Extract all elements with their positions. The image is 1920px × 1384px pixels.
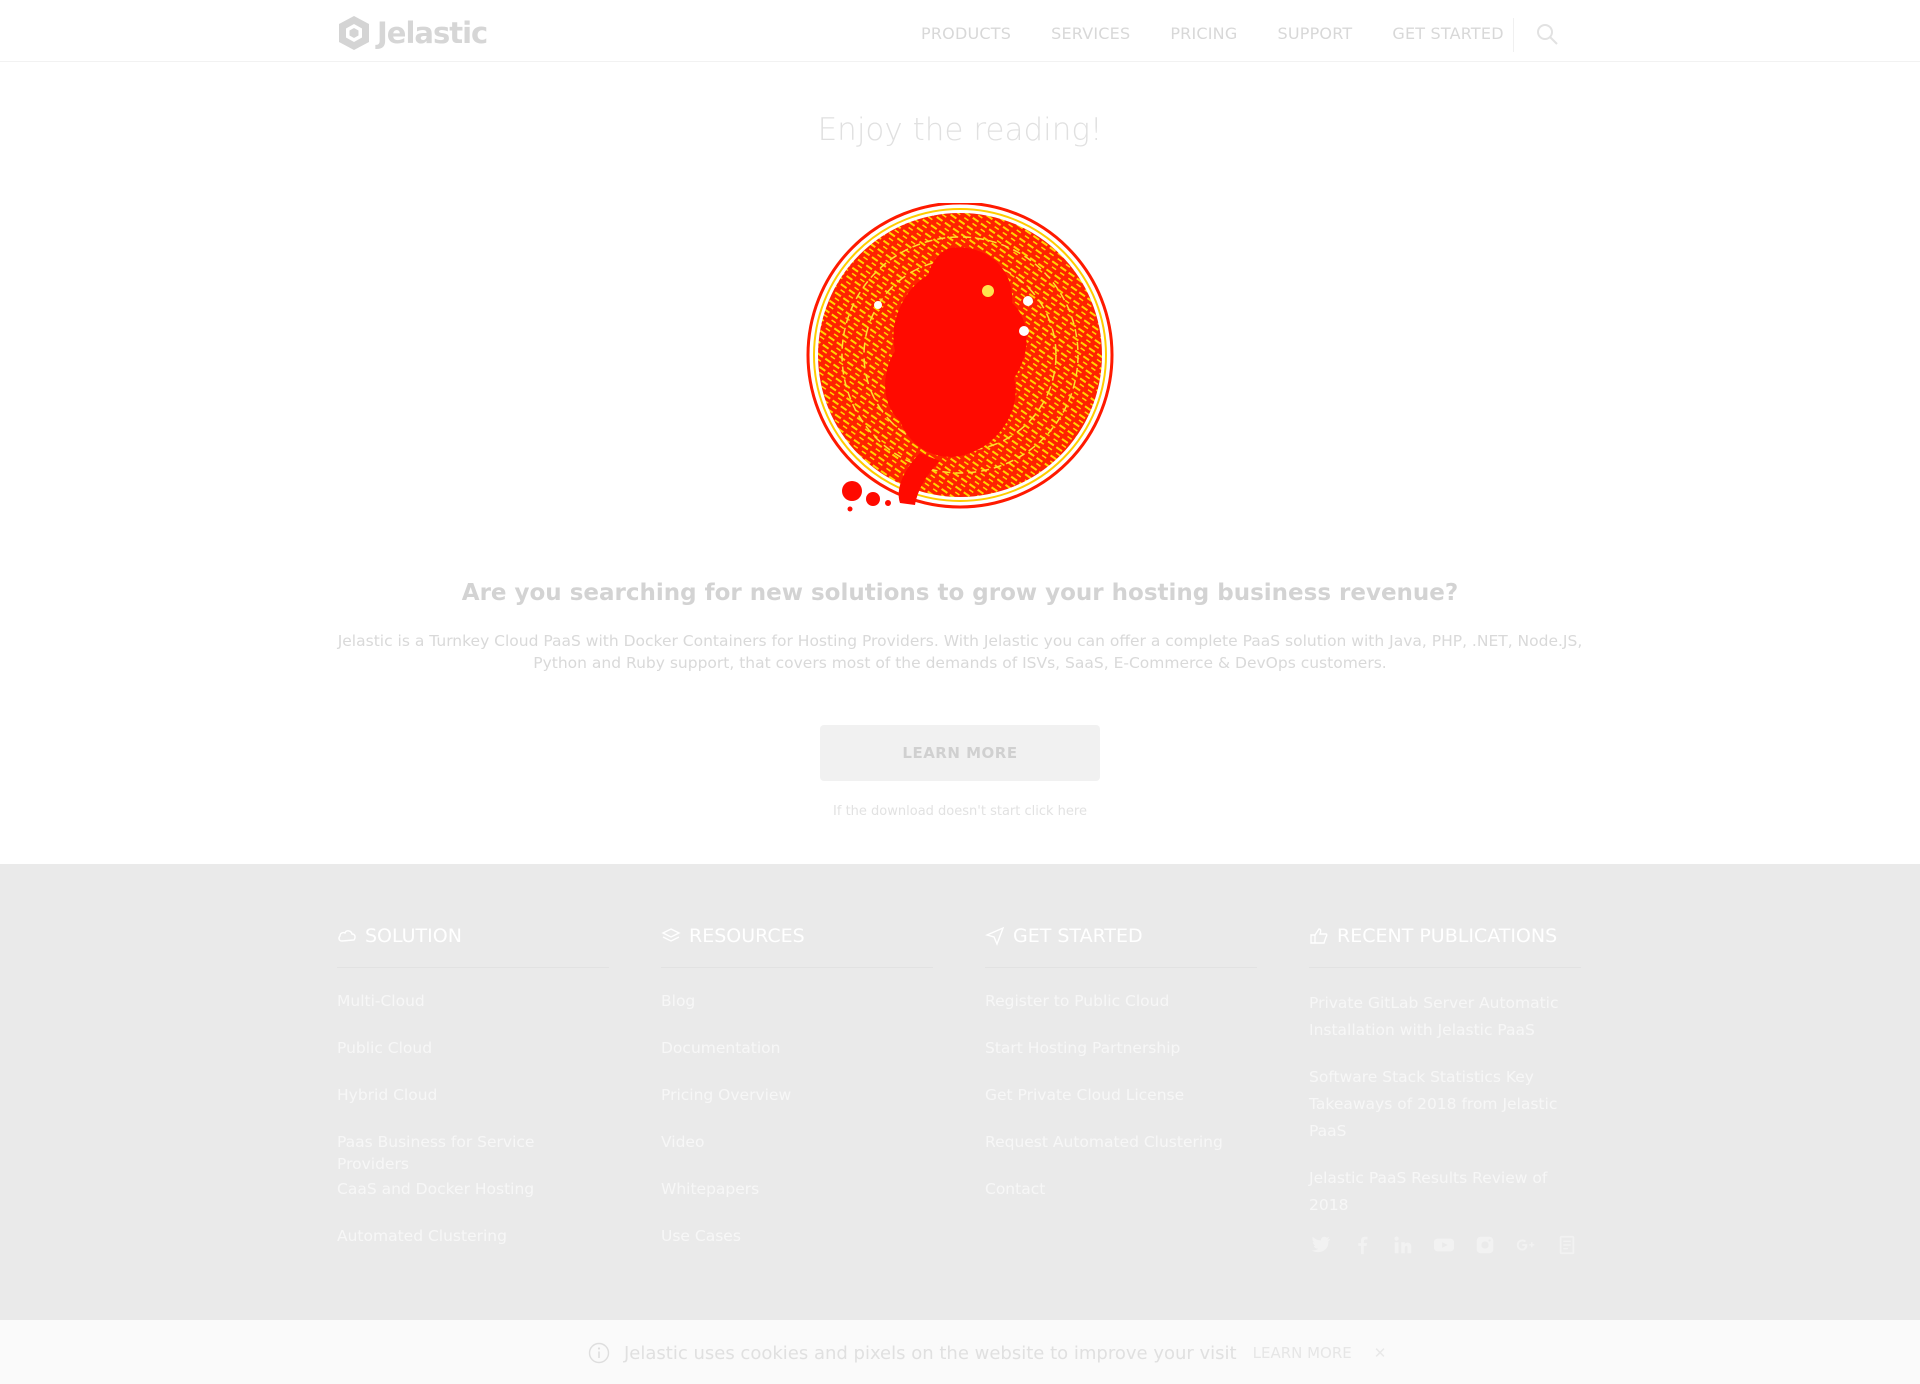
section-question: Are you searching for new solutions to g… <box>461 580 1459 606</box>
learn-more-button[interactable]: LEARN MORE <box>820 725 1100 781</box>
footer-title-resources: RESOURCES <box>689 924 805 947</box>
footer-link-video[interactable]: Video <box>661 1131 933 1178</box>
nav-get-started[interactable]: GET STARTED <box>1392 24 1503 43</box>
footer-title-solution: SOLUTION <box>365 924 462 947</box>
layers-icon <box>661 927 681 942</box>
info-icon <box>588 1342 610 1364</box>
nav-support[interactable]: SUPPORT <box>1277 24 1352 43</box>
site-footer: SOLUTION Multi-Cloud Public Cloud Hybrid… <box>0 864 1920 1320</box>
cloud-icon <box>338 929 356 942</box>
footer-link-register[interactable]: Register to Public Cloud <box>985 990 1257 1037</box>
publication-link[interactable]: Software Stack Statistics Key Takeaways … <box>1309 1064 1581 1145</box>
footer-link-blog[interactable]: Blog <box>661 990 933 1037</box>
google-plus-icon[interactable] <box>1514 1233 1538 1257</box>
hero-illustration <box>806 203 1114 512</box>
main-nav: PRODUCTS SERVICES PRICING SUPPORT GET ST… <box>921 24 1544 43</box>
footer-heading-publications: RECENT PUBLICATIONS <box>1309 924 1581 968</box>
section-description: Jelastic is a Turnkey Cloud PaaS with Do… <box>337 632 1583 672</box>
nav-divider <box>1513 18 1514 52</box>
linkedin-icon[interactable] <box>1391 1233 1415 1257</box>
paper-plane-icon <box>985 926 1005 946</box>
footer-link-hosting-partnership[interactable]: Start Hosting Partnership <box>985 1037 1257 1084</box>
footer-link-request-clustering[interactable]: Request Automated Clustering <box>985 1131 1257 1178</box>
page-title: Enjoy the reading! <box>817 112 1103 148</box>
footer-link-documentation[interactable]: Documentation <box>661 1037 933 1084</box>
footer-link-public-cloud[interactable]: Public Cloud <box>337 1037 609 1084</box>
footer-col-get-started: GET STARTED Register to Public Cloud Sta… <box>985 924 1257 1225</box>
footer-link-caas-docker[interactable]: CaaS and Docker Hosting <box>337 1178 609 1225</box>
cookie-learn-more-link[interactable]: LEARN MORE <box>1253 1344 1352 1362</box>
thumbs-up-icon <box>1310 927 1328 944</box>
footer-link-paas-business[interactable]: Paas Business for Service Providers <box>337 1131 609 1178</box>
footer-col-publications: RECENT PUBLICATIONS Private GitLab Serve… <box>1309 924 1581 1257</box>
cookie-content: Jelastic uses cookies and pixels on the … <box>588 1342 1386 1364</box>
cookie-banner: Jelastic uses cookies and pixels on the … <box>0 1320 1920 1384</box>
youtube-icon[interactable] <box>1432 1233 1456 1257</box>
download-link[interactable]: If the download doesn't start click here <box>0 804 1920 819</box>
footer-link-private-cloud-license[interactable]: Get Private Cloud License <box>985 1084 1257 1131</box>
footer-title-publications: RECENT PUBLICATIONS <box>1337 924 1558 947</box>
rss-icon[interactable] <box>1555 1233 1579 1257</box>
footer-col-resources: RESOURCES Blog Documentation Pricing Ove… <box>661 924 933 1272</box>
publication-link[interactable]: Private GitLab Server Automatic Installa… <box>1309 990 1581 1044</box>
nav-pricing[interactable]: PRICING <box>1170 24 1237 43</box>
logo-icon <box>339 16 369 50</box>
footer-title-get-started: GET STARTED <box>1013 924 1143 947</box>
social-links <box>1309 1233 1581 1257</box>
nav-products[interactable]: PRODUCTS <box>921 24 1011 43</box>
footer-link-hybrid-cloud[interactable]: Hybrid Cloud <box>337 1084 609 1131</box>
facebook-icon[interactable] <box>1350 1233 1374 1257</box>
footer-heading-resources: RESOURCES <box>661 924 933 968</box>
close-icon[interactable]: ✕ <box>1374 1344 1387 1362</box>
footer-link-use-cases[interactable]: Use Cases <box>661 1225 933 1272</box>
footer-link-pricing-overview[interactable]: Pricing Overview <box>661 1084 933 1131</box>
footer-link-whitepapers[interactable]: Whitepapers <box>661 1178 933 1225</box>
instagram-icon[interactable] <box>1473 1233 1497 1257</box>
jelastic-logo[interactable]: Jelastic <box>337 14 488 52</box>
site-header: Jelastic PRODUCTS SERVICES PRICING SUPPO… <box>0 0 1920 62</box>
publication-link[interactable]: Jelastic PaaS Results Review of 2018 <box>1309 1165 1581 1219</box>
nav-services[interactable]: SERVICES <box>1051 24 1130 43</box>
cookie-text: Jelastic uses cookies and pixels on the … <box>624 1342 1237 1364</box>
footer-col-solution: SOLUTION Multi-Cloud Public Cloud Hybrid… <box>337 924 609 1272</box>
twitter-icon[interactable] <box>1309 1233 1333 1257</box>
footer-heading-get-started: GET STARTED <box>985 924 1257 968</box>
footer-heading-solution: SOLUTION <box>337 924 609 968</box>
logo-text: Jelastic <box>377 16 488 50</box>
search-icon[interactable] <box>1535 22 1559 46</box>
footer-link-automated-clustering[interactable]: Automated Clustering <box>337 1225 609 1272</box>
footer-link-multi-cloud[interactable]: Multi-Cloud <box>337 990 609 1037</box>
footer-link-contact[interactable]: Contact <box>985 1178 1257 1225</box>
